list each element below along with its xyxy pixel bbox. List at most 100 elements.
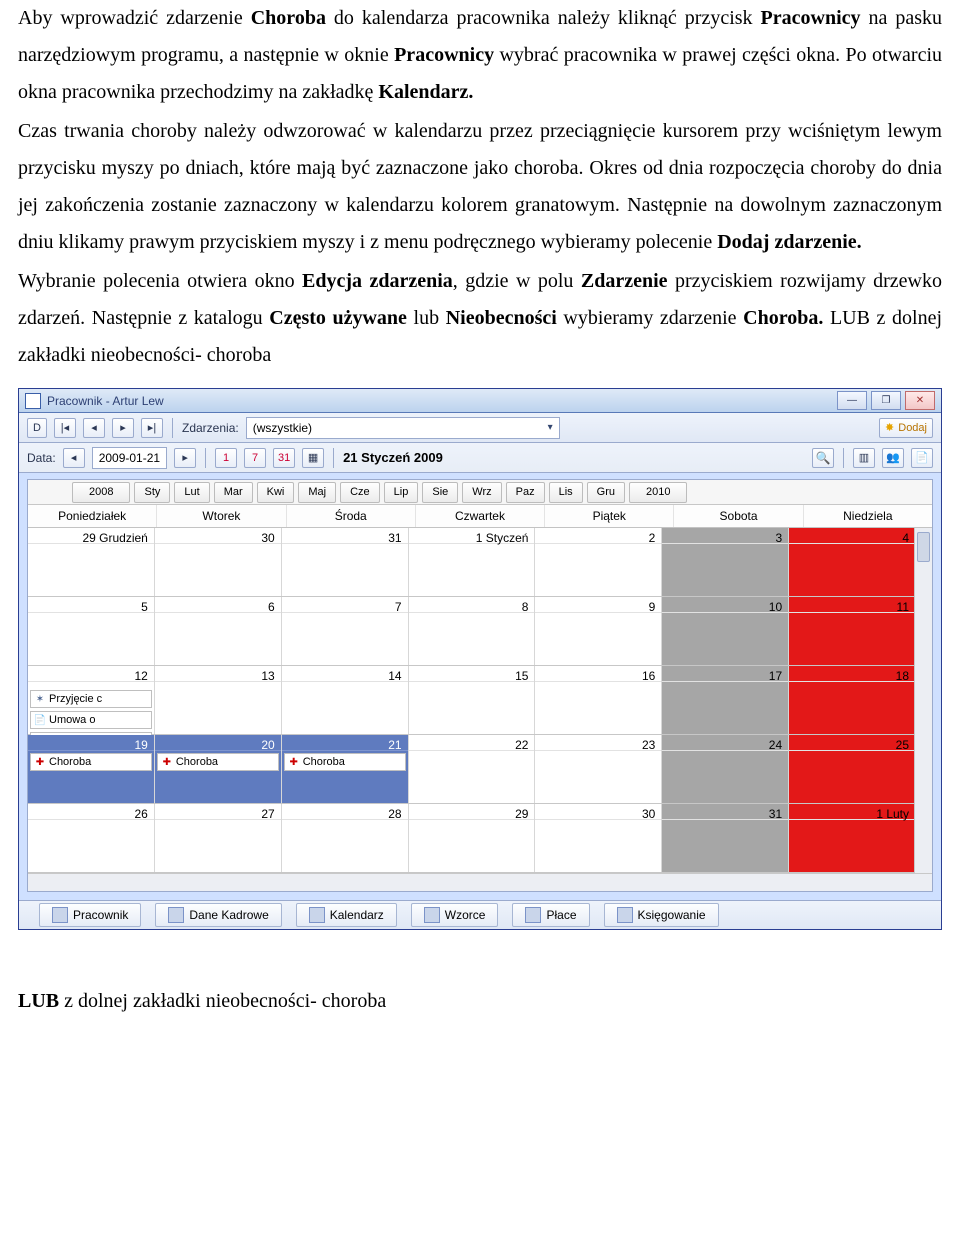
day-number: 29 Grudzień (28, 528, 154, 544)
month-lip[interactable]: Lip (384, 482, 419, 503)
day-cell[interactable]: 6 (155, 597, 282, 665)
day-cell[interactable]: 15 (409, 666, 536, 734)
event-item[interactable]: ✶Przyjęcie c (30, 690, 152, 708)
event-choroba[interactable]: ✚Choroba (284, 753, 406, 771)
day-cell[interactable]: 31 (282, 528, 409, 596)
month-cze[interactable]: Cze (340, 482, 380, 503)
medical-cross-icon: ✚ (161, 756, 173, 768)
day-number: 27 (155, 804, 281, 820)
day-cell[interactable]: 2 (535, 528, 662, 596)
titlebar[interactable]: Pracownik - Artur Lew — ❐ ✕ (19, 389, 941, 413)
event-choroba[interactable]: ✚Choroba (157, 753, 279, 771)
bold-choroba: Choroba (251, 7, 326, 29)
tab-dane-kadrowe[interactable]: Dane Kadrowe (155, 903, 281, 927)
date-input[interactable]: 2009-01-21 (92, 447, 167, 469)
nav-first-button[interactable]: |◂ (54, 418, 76, 438)
day-cell[interactable]: 23 (535, 735, 662, 803)
properties-button[interactable]: ▥ (853, 448, 875, 468)
tab-label: Płace (546, 908, 576, 922)
day-cell[interactable]: 28 (282, 804, 409, 872)
day-cell[interactable]: 30 (155, 528, 282, 596)
day-cell[interactable]: 16 (535, 666, 662, 734)
day-cell-sunday[interactable]: 4 (789, 528, 915, 596)
day-number: 21 (282, 735, 408, 751)
bottom-tabs: Pracownik Dane Kadrowe Kalendarz Wzorce … (19, 900, 941, 929)
view-day-button[interactable]: 1 (215, 448, 237, 468)
tab-place[interactable]: Płace (512, 903, 589, 927)
day-cell-saturday[interactable]: 3 (662, 528, 789, 596)
day-cell[interactable]: 8 (409, 597, 536, 665)
zdarzenia-select[interactable]: (wszystkie) (246, 417, 560, 439)
date-next-button[interactable]: ▸ (174, 448, 196, 468)
day-cell-selected[interactable]: 21 ✚Choroba (282, 735, 409, 803)
day-cell-saturday[interactable]: 17 (662, 666, 789, 734)
day-cell-saturday[interactable]: 31 (662, 804, 789, 872)
day-cell[interactable]: 13 (155, 666, 282, 734)
month-mar[interactable]: Mar (214, 482, 253, 503)
day-cell[interactable]: 22 (409, 735, 536, 803)
d-button[interactable]: D (27, 418, 47, 438)
month-gru[interactable]: Gru (587, 482, 625, 503)
day-cell-saturday[interactable]: 10 (662, 597, 789, 665)
view-week-button[interactable]: 7 (244, 448, 266, 468)
text: Wybranie polecenia otwiera okno (18, 270, 302, 292)
month-lut[interactable]: Lut (174, 482, 209, 503)
tab-kalendarz[interactable]: Kalendarz (296, 903, 397, 927)
day-cell[interactable]: 1 Styczeń (409, 528, 536, 596)
bold-dodaj-zdarzenie: Dodaj zdarzenie. (717, 231, 861, 253)
date-prev-button[interactable]: ◂ (63, 448, 85, 468)
month-kwi[interactable]: Kwi (257, 482, 295, 503)
event-choroba[interactable]: ✚Choroba (30, 753, 152, 771)
month-maj[interactable]: Maj (298, 482, 336, 503)
vertical-scrollbar[interactable] (914, 528, 932, 873)
year-next-button[interactable]: 2010 (629, 482, 687, 503)
day-cell-selected[interactable]: 20 ✚Choroba (155, 735, 282, 803)
day-number: 18 (789, 666, 915, 682)
scrollbar-thumb[interactable] (917, 532, 930, 562)
horizontal-scrollbar[interactable] (28, 873, 932, 891)
day-cell[interactable]: 27 (155, 804, 282, 872)
day-number: 20 (155, 735, 281, 751)
day-cell[interactable]: 26 (28, 804, 155, 872)
event-item[interactable]: 📄Umowa o (30, 711, 152, 729)
close-button[interactable]: ✕ (905, 391, 935, 410)
day-cell[interactable]: 29 (409, 804, 536, 872)
year-prev-button[interactable]: 2008 (72, 482, 130, 503)
day-cell-selected[interactable]: 19 ✚Choroba (28, 735, 155, 803)
tab-wzorce[interactable]: Wzorce (411, 903, 499, 927)
document-button[interactable]: 📄 (911, 448, 933, 468)
month-sie[interactable]: Sie (422, 482, 458, 503)
nav-prev-button[interactable]: ◂ (83, 418, 105, 438)
day-cell[interactable]: 14 (282, 666, 409, 734)
day-cell-sunday[interactable]: 1 Luty (789, 804, 915, 872)
tab-pracownik[interactable]: Pracownik (39, 903, 141, 927)
search-button[interactable]: 🔍 (812, 448, 834, 468)
day-cell[interactable]: 5 (28, 597, 155, 665)
maximize-button[interactable]: ❐ (871, 391, 901, 410)
month-lis[interactable]: Lis (549, 482, 583, 503)
nav-next-button[interactable]: ▸ (112, 418, 134, 438)
day-cell[interactable]: 29 Grudzień (28, 528, 155, 596)
day-cell-sunday[interactable]: 25 (789, 735, 915, 803)
text: z dolnej zakładki nieobecności- choroba (59, 990, 386, 1012)
tab-ksiegowanie[interactable]: Księgowanie (604, 903, 719, 927)
minimize-button[interactable]: — (837, 391, 867, 410)
day-cell[interactable]: 7 (282, 597, 409, 665)
day-cell-sunday[interactable]: 18 (789, 666, 915, 734)
nav-last-button[interactable]: ▸| (141, 418, 163, 438)
day-cell-sunday[interactable]: 11 (789, 597, 915, 665)
month-wrz[interactable]: Wrz (462, 482, 501, 503)
day-cell[interactable]: 30 (535, 804, 662, 872)
dodaj-button[interactable]: ✸ Dodaj (879, 418, 933, 438)
month-paz[interactable]: Paz (506, 482, 545, 503)
view-table-button[interactable]: ▦ (302, 448, 324, 468)
view-month-button[interactable]: 31 (273, 448, 295, 468)
day-cell[interactable]: 12 ✶Przyjęcie c 📄Umowa o ✎Wstenne s (28, 666, 155, 734)
person-icon (52, 907, 68, 923)
day-cell[interactable]: 9 (535, 597, 662, 665)
day-number: 11 (789, 597, 915, 613)
people-button[interactable]: 👥 (882, 448, 904, 468)
separator (172, 418, 173, 438)
day-cell-saturday[interactable]: 24 (662, 735, 789, 803)
month-sty[interactable]: Sty (134, 482, 170, 503)
